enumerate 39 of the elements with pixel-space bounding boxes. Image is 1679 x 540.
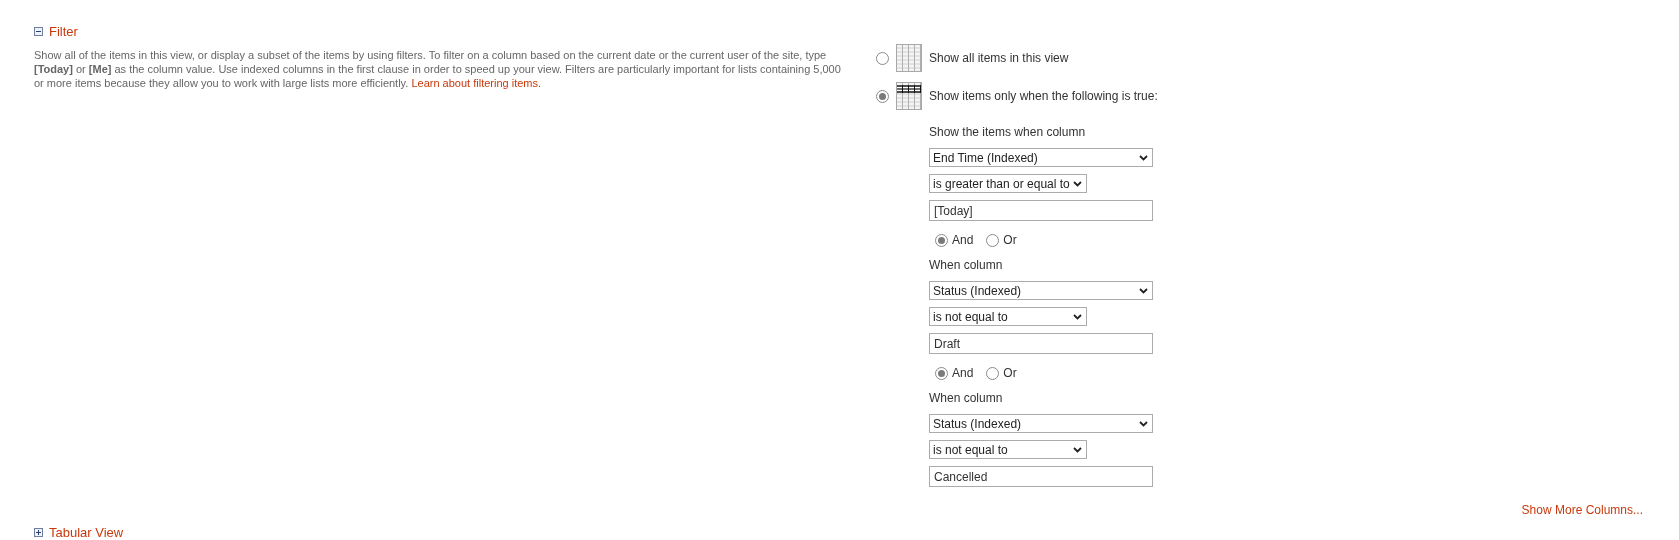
chevron-down-icon xyxy=(1073,180,1082,187)
chevron-down-icon xyxy=(1073,313,1082,320)
dropdown[interactable]: is not equal to xyxy=(929,307,1087,326)
radio-button[interactable] xyxy=(986,366,1000,380)
chevron-down-icon xyxy=(1139,287,1148,294)
option-label: Show items only when the following is true: xyxy=(929,88,1158,105)
filtered-table-icon xyxy=(896,82,922,110)
clause-label: When column xyxy=(929,390,1004,407)
dropdown[interactable]: is not equal to xyxy=(929,440,1087,459)
value-field[interactable]: Cancelled xyxy=(929,466,1153,487)
learn-link[interactable]: Learn about filtering items. xyxy=(411,76,542,89)
option-label: Show all items in this view xyxy=(929,50,1069,67)
collapse-icon[interactable] xyxy=(34,27,43,37)
section-description: Show all of the items in this view, or display a subset of the items by using filters. To filter on a column based on the current date or the current user of the site, type [Today] or [Me] as the column value. Use indexed columns in the first clause in order to speed up your view. Filters are particularly important for lists containing 5,000 or more items because they allow you to work with large lists more efficiently. Learn about filtering items. xyxy=(34,47,842,90)
connector-label: Or xyxy=(1003,232,1017,249)
clause-label: Show the items when column xyxy=(929,124,1087,141)
chevron-down-icon xyxy=(1073,446,1082,453)
table-icon xyxy=(896,44,922,72)
connector-label: And xyxy=(952,365,974,382)
section-title[interactable]: Filter xyxy=(49,22,78,42)
clause-label: When column xyxy=(929,257,1004,274)
radio-button[interactable] xyxy=(935,366,948,380)
section-title[interactable]: Tabular View xyxy=(49,525,124,540)
radio-button[interactable] xyxy=(876,51,889,65)
dropdown[interactable]: Status (Indexed) xyxy=(929,414,1153,433)
radio-button[interactable] xyxy=(986,233,1000,247)
value-field[interactable]: [Today] xyxy=(929,200,1153,221)
radio-button[interactable] xyxy=(876,89,889,103)
connector-label: Or xyxy=(1003,365,1017,382)
dropdown[interactable]: Status (Indexed) xyxy=(929,281,1153,300)
value-field[interactable]: Draft xyxy=(929,333,1153,354)
dropdown[interactable]: is greater than or equal to xyxy=(929,174,1087,193)
chevron-down-icon xyxy=(1139,154,1148,161)
chevron-down-icon xyxy=(1139,420,1148,427)
show-more-link[interactable]: Show More Columns... xyxy=(1521,501,1643,519)
expand-icon[interactable] xyxy=(34,528,43,537)
radio-button[interactable] xyxy=(935,233,948,247)
dropdown[interactable]: End Time (Indexed) xyxy=(929,148,1153,167)
connector-label: And xyxy=(952,232,974,249)
